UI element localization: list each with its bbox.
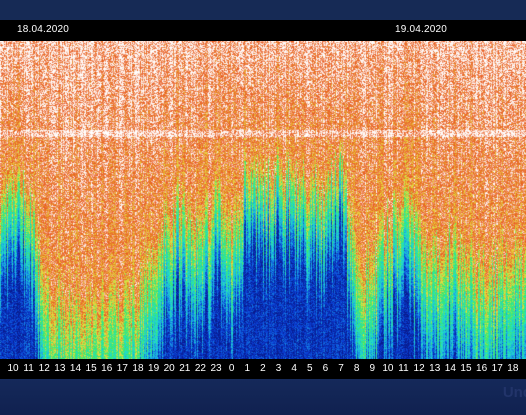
spectrogram-frame: 18.04.2020 19.04.2020 10 11 12 13 14 15 16 17 18… xyxy=(0,0,526,415)
hour-tick-label: 0 xyxy=(228,363,235,374)
hour-tick-label: 20 xyxy=(163,363,175,374)
hour-tick-label: 12 xyxy=(413,363,425,374)
hour-axis: 10 11 12 13 14 15 16 17 18 19 20 21 22 23 0 1 2 3 4 5 6 7 8 9 10… xyxy=(0,359,526,379)
spectrogram-heatmap xyxy=(0,41,526,359)
hour-tick-label: 6 xyxy=(322,363,329,374)
hour-tick-label: 7 xyxy=(338,363,344,374)
hour-tick-label: 16 xyxy=(476,363,488,374)
date-bar: 18.04.2020 19.04.2020 xyxy=(0,20,526,41)
hour-tick-label: 3 xyxy=(275,363,282,374)
watermark-text: Und xyxy=(502,384,526,401)
hour-tick-label: 21 xyxy=(179,363,191,374)
hour-tick-label: 13 xyxy=(54,363,66,374)
hour-tick-label: 22 xyxy=(194,363,206,374)
date-label-day-2: 19.04.2020 xyxy=(395,24,448,35)
hour-tick-label: 2 xyxy=(260,363,266,374)
hour-tick-label: 18 xyxy=(507,363,519,374)
hour-tick-label: 10 xyxy=(382,363,394,374)
hour-tick-label: 17 xyxy=(116,363,128,374)
hour-tick-label: 16 xyxy=(101,363,113,374)
hour-tick-label: 10 xyxy=(7,363,19,374)
hour-tick-label: 4 xyxy=(291,363,297,374)
hour-tick-label: 14 xyxy=(444,363,456,374)
hour-tick-label: 1 xyxy=(244,363,251,374)
date-label-day-1: 18.04.2020 xyxy=(17,24,70,35)
hour-tick-label: 19 xyxy=(148,363,160,374)
hour-tick-label: 18 xyxy=(132,363,144,374)
top-strip xyxy=(0,0,526,20)
bottom-strip: Und xyxy=(0,379,526,415)
hour-tick-label: 17 xyxy=(491,363,503,374)
hour-tick-label: 14 xyxy=(69,363,82,374)
hour-tick-label: 12 xyxy=(38,363,50,374)
hour-tick-label: 11 xyxy=(23,363,34,374)
hour-tick-label: 9 xyxy=(369,363,376,374)
hour-tick-label: 11 xyxy=(398,363,409,374)
hour-tick-label: 13 xyxy=(429,363,441,374)
hour-tick-label: 15 xyxy=(85,363,97,374)
hour-tick-label: 8 xyxy=(353,363,360,374)
hour-tick-label: 15 xyxy=(460,363,472,374)
hour-tick-label: 5 xyxy=(306,363,313,374)
hour-tick-label: 23 xyxy=(210,363,222,374)
